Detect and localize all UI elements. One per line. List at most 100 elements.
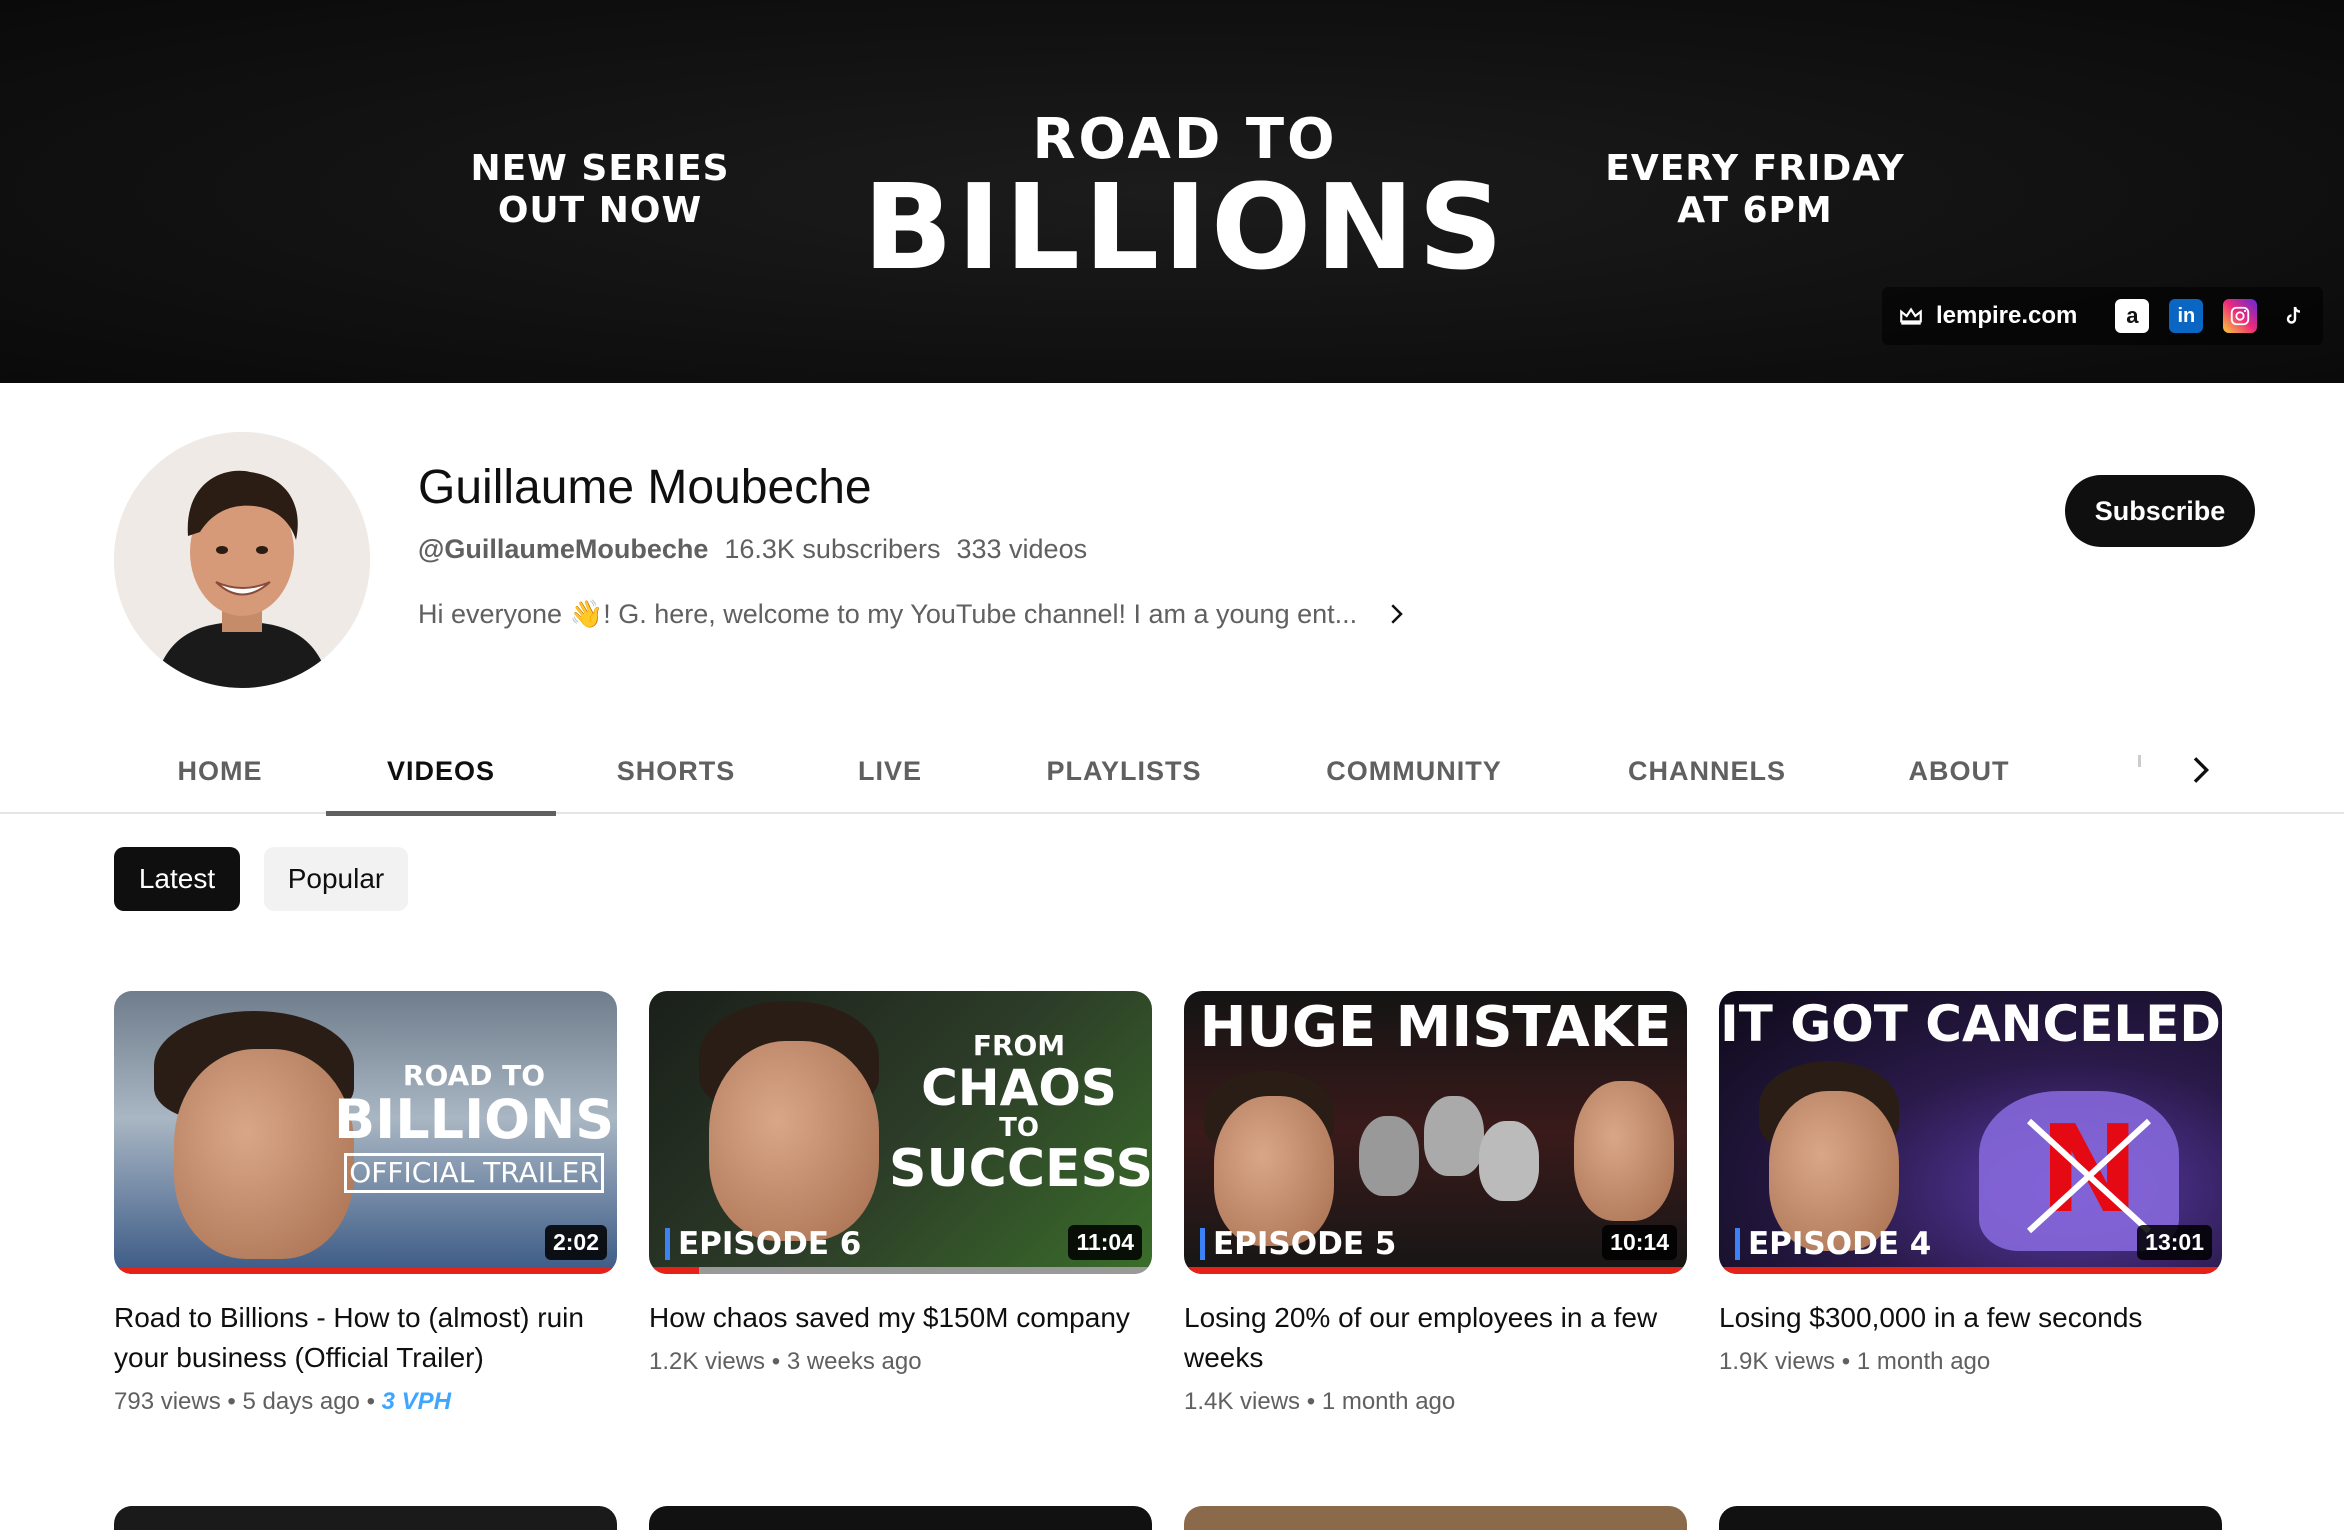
tiktok-icon[interactable] — [2277, 299, 2311, 333]
tab-overflow-indicator — [2138, 755, 2141, 767]
thumbnail-text-1: FROM — [972, 1029, 1066, 1062]
subscriber-count: 16.3K subscribers — [724, 534, 941, 564]
channel-tabs: HOME VIDEOS SHORTS LIVE PLAYLISTS COMMUN… — [0, 728, 2344, 816]
channel-handle: @GuillaumeMoubeche — [418, 534, 709, 564]
video-title[interactable]: How chaos saved my $150M company — [649, 1298, 1152, 1338]
banner-left-line2: OUT NOW — [497, 190, 703, 231]
watch-progress-bar — [1184, 1267, 1687, 1274]
video-count: 333 videos — [956, 534, 1088, 564]
video-duration: 2:02 — [544, 1225, 607, 1260]
video-thumbnail-peek[interactable] — [649, 1506, 1152, 1530]
tab-playlists[interactable]: PLAYLISTS — [1030, 728, 1218, 814]
thumbnail-text-4: SUCCESS — [889, 1139, 1152, 1199]
watch-progress-bar — [649, 1267, 1152, 1274]
video-thumbnail-peek[interactable] — [1719, 1506, 2222, 1530]
video-thumbnail[interactable]: HUGE MISTAKE EPISODE 5 10:14 — [1184, 991, 1687, 1274]
video-thumbnail[interactable]: FROM CHAOS TO SUCCESS EPISODE 6 11:04 — [649, 991, 1152, 1274]
episode-label: EPISODE 5 — [1200, 1228, 1396, 1260]
thumbnail-text-2: BILLIONS — [334, 1088, 615, 1151]
video-thumbnail[interactable]: IT GOT CANCELED N EPISODE 4 13:01 — [1719, 991, 2222, 1274]
thumbnail-text-2: CHAOS — [921, 1059, 1117, 1117]
video-views: 793 views — [114, 1388, 221, 1415]
banner-right-text: EVERY FRIDAY AT 6PM — [1600, 148, 1910, 232]
crown-icon — [1900, 307, 1922, 325]
channel-name: Guillaume Moubeche — [418, 461, 872, 514]
thumbnail-headline: IT GOT CANCELED — [1720, 995, 2221, 1053]
video-thumbnail[interactable]: ROAD TO BILLIONS OFFICIAL TRAILER 2:02 — [114, 991, 617, 1274]
channel-avatar[interactable] — [114, 432, 370, 688]
video-thumbnail-peek[interactable] — [1184, 1506, 1687, 1530]
chip-popular[interactable]: Popular — [264, 847, 408, 911]
episode-label: EPISODE 6 — [665, 1228, 861, 1260]
watch-progress-bar — [1719, 1267, 2222, 1274]
video-meta: 1.4K views • 1 month ago — [1184, 1388, 1456, 1415]
video-meta: 1.2K views • 3 weeks ago — [649, 1348, 922, 1375]
video-thumbnail-peek[interactable] — [114, 1506, 617, 1530]
thumbnail-blurred-person — [1424, 1096, 1484, 1176]
video-age: 1 month ago — [1856, 1348, 1991, 1375]
video-age: 1 month ago — [1321, 1388, 1456, 1415]
instagram-icon[interactable] — [2223, 299, 2258, 333]
banner-title: ROAD TO BILLIONS — [850, 110, 1520, 296]
video-duration: 11:04 — [1068, 1225, 1142, 1260]
tab-about[interactable]: ABOUT — [1900, 728, 2018, 814]
thumbnail-text-3: OFFICIAL TRAILER — [344, 1153, 604, 1193]
thumbnail-person — [1214, 1096, 1334, 1246]
chip-latest[interactable]: Latest — [114, 847, 240, 911]
banner-links: lempire.com a in — [1882, 287, 2324, 345]
video-card[interactable]: IT GOT CANCELED N EPISODE 4 13:01 Losing… — [1719, 991, 2222, 1376]
video-vph: 3 VPH — [381, 1388, 452, 1415]
video-title[interactable]: Road to Billions - How to (almost) ruin … — [114, 1298, 617, 1378]
thumbnail-blurred-person — [1479, 1121, 1539, 1201]
thumbnail-text-3: TO — [999, 1113, 1039, 1143]
thumbnail-person — [1574, 1081, 1674, 1221]
thumbnail-headline: HUGE MISTAKE — [1199, 995, 1672, 1060]
video-title[interactable]: Losing $300,000 in a few seconds — [1719, 1298, 2222, 1338]
video-card[interactable]: HUGE MISTAKE EPISODE 5 10:14 Losing 20% … — [1184, 991, 1687, 1416]
avatar-illustration — [114, 432, 370, 688]
banner-left-text: NEW SERIES OUT NOW — [440, 148, 760, 232]
amazon-icon[interactable]: a — [2115, 299, 2150, 333]
tab-live[interactable]: LIVE — [840, 728, 940, 814]
tabs-scroll-right-icon[interactable] — [2180, 750, 2220, 790]
video-duration: 13:01 — [2137, 1225, 2212, 1260]
video-meta: 1.9K views • 1 month ago — [1719, 1348, 1991, 1375]
channel-banner: NEW SERIES OUT NOW ROAD TO BILLIONS EVER… — [0, 0, 2344, 383]
video-card[interactable]: ROAD TO BILLIONS OFFICIAL TRAILER 2:02 R… — [114, 991, 617, 1416]
video-meta: 793 views • 5 days ago • 3 VPH — [114, 1388, 452, 1415]
episode-label: EPISODE 4 — [1735, 1228, 1931, 1260]
channel-meta: @GuillaumeMoubeche 16.3K subscribers 333… — [418, 534, 1087, 565]
banner-left-line1: NEW SERIES — [470, 148, 730, 189]
linkedin-icon[interactable]: in — [2169, 299, 2204, 333]
tab-channels[interactable]: CHANNELS — [1620, 728, 1794, 814]
banner-title-big: BILLIONS — [862, 158, 1508, 296]
thumbnail-person — [174, 1049, 354, 1259]
banner-link-label: lempire.com — [1936, 302, 2078, 329]
thumbnail-headline: ROAD TO BILLIONS OFFICIAL TRAILER — [334, 1061, 614, 1193]
tab-videos[interactable]: VIDEOS — [326, 728, 556, 816]
banner-right-line1: EVERY FRIDAY — [1605, 148, 1905, 189]
tab-shorts[interactable]: SHORTS — [600, 728, 752, 814]
banner-link-lempire[interactable]: lempire.com — [1898, 302, 2077, 330]
video-age: 3 weeks ago — [786, 1348, 922, 1375]
cross-icon — [2026, 1118, 2152, 1234]
thumbnail-text-1: ROAD TO — [402, 1059, 546, 1092]
tab-community[interactable]: COMMUNITY — [1312, 728, 1516, 814]
video-views: 1.4K views — [1184, 1388, 1301, 1415]
watch-progress-bar — [114, 1267, 617, 1274]
channel-description-text: Hi everyone 👋! G. here, welcome to my Yo… — [418, 599, 1358, 629]
video-card[interactable]: FROM CHAOS TO SUCCESS EPISODE 6 11:04 Ho… — [649, 991, 1152, 1376]
video-age: 5 days ago — [242, 1388, 360, 1415]
subscribe-button[interactable]: Subscribe — [2065, 475, 2255, 547]
video-views: 1.2K views — [649, 1348, 766, 1375]
video-title[interactable]: Losing 20% of our employees in a few wee… — [1184, 1298, 1687, 1378]
channel-description[interactable]: Hi everyone 👋! G. here, welcome to my Yo… — [418, 598, 1411, 630]
banner-right-line2: AT 6PM — [1677, 190, 1833, 231]
thumbnail-headline: FROM CHAOS TO SUCCESS — [889, 1029, 1152, 1199]
thumbnail-blurred-person — [1359, 1116, 1419, 1196]
thumbnail-person — [709, 1041, 879, 1241]
video-views: 1.9K views — [1719, 1348, 1836, 1375]
chevron-right-icon — [1391, 604, 1403, 624]
video-duration: 10:14 — [1602, 1225, 1677, 1260]
tab-home[interactable]: HOME — [160, 728, 280, 814]
